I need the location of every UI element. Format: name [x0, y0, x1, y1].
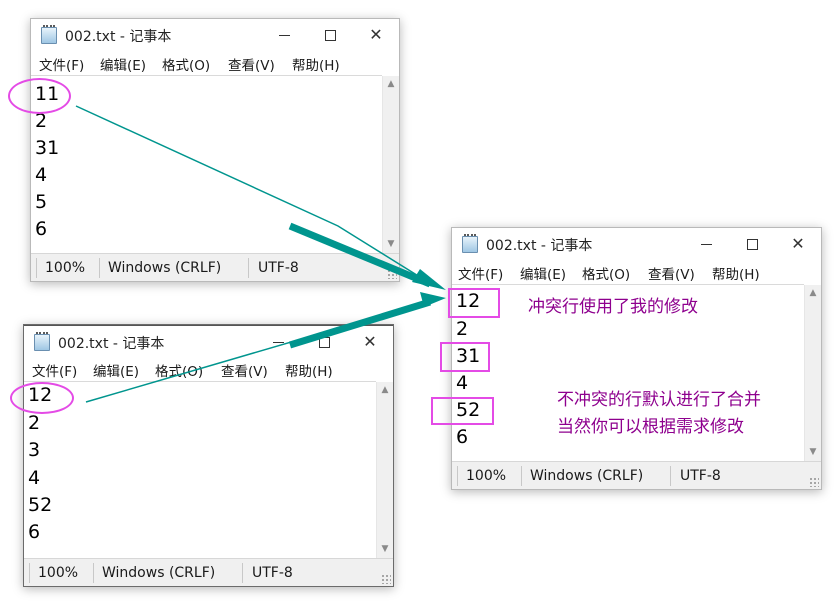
arrow-from-top-window [75, 105, 429, 283]
annotation-arrows [75, 105, 446, 403]
